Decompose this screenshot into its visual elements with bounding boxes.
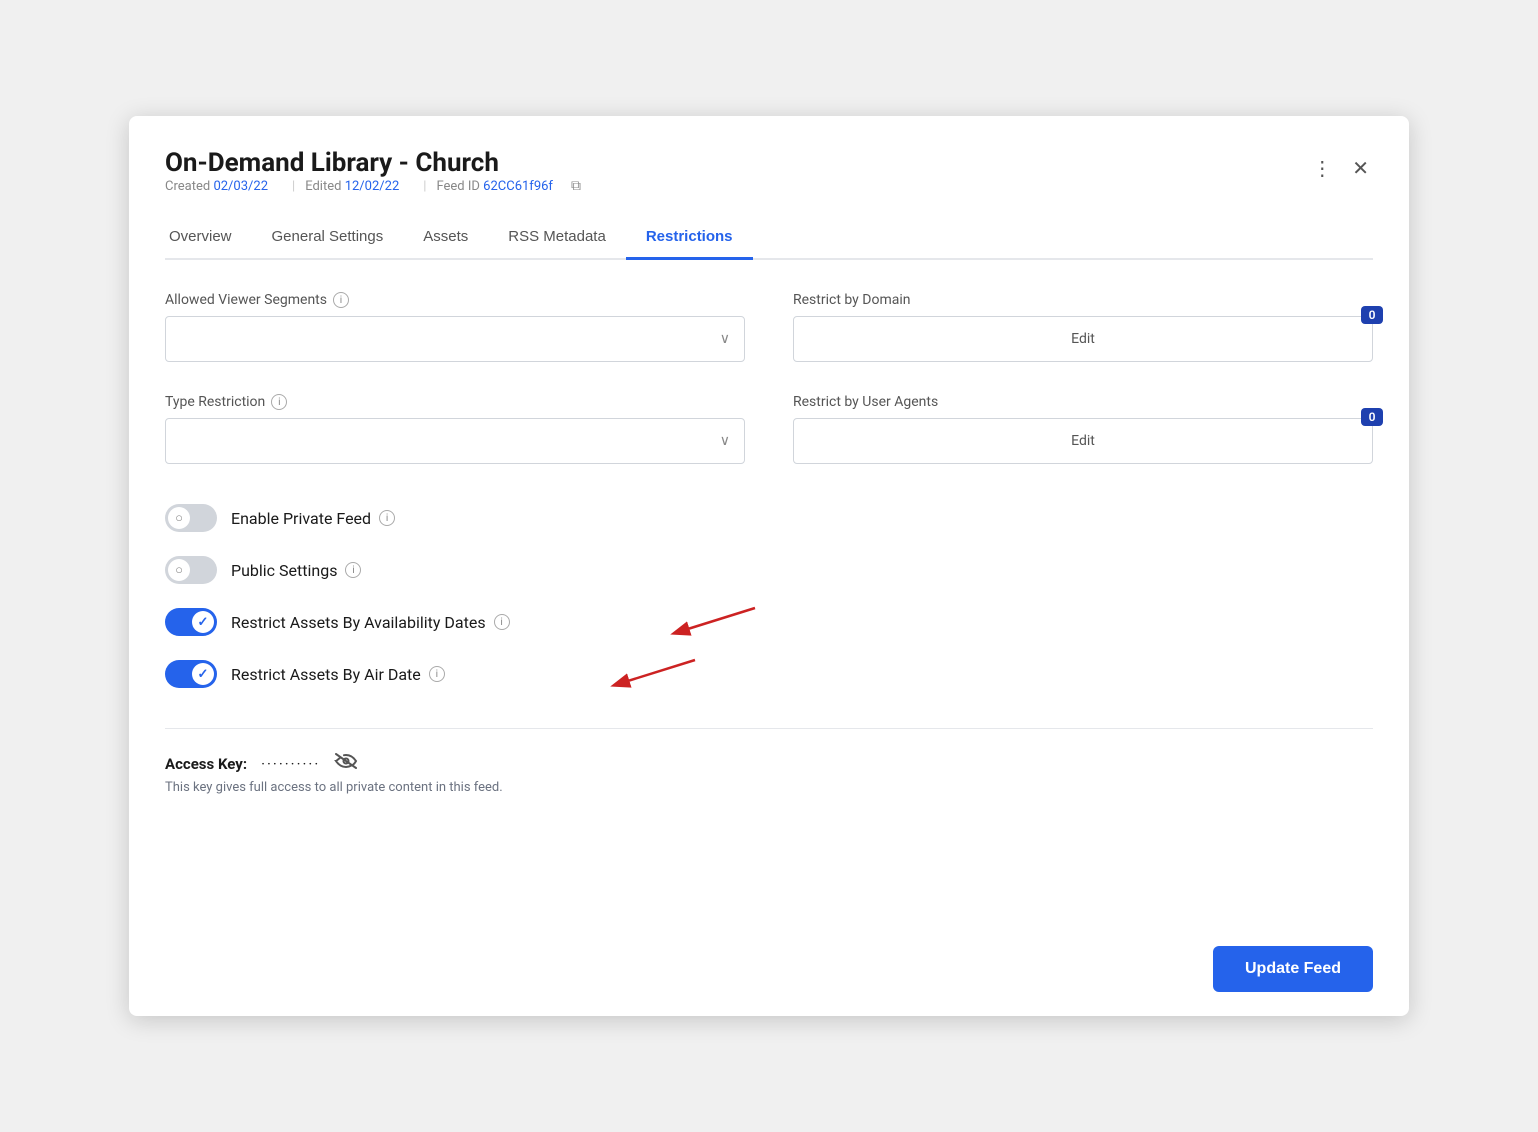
restrict-by-air-date-label: Restrict Assets By Air Date i	[231, 665, 445, 684]
chevron-down-icon: ∨	[720, 433, 730, 449]
restrict-by-user-agents-label: Restrict by User Agents	[793, 394, 1373, 410]
update-feed-button[interactable]: Update Feed	[1213, 946, 1373, 992]
header-actions: ⋮ ✕	[1308, 152, 1373, 185]
restrict-by-user-agents-badge: 0	[1361, 408, 1383, 426]
toggle-slider-on: ✓	[165, 608, 217, 636]
tabs: Overview General Settings Assets RSS Met…	[165, 218, 1373, 260]
public-settings-label: Public Settings i	[231, 561, 361, 580]
tab-restrictions[interactable]: Restrictions	[626, 218, 753, 260]
restrict-by-domain-group: Restrict by Domain Edit 0	[793, 292, 1373, 362]
restrict-by-air-date-info-icon[interactable]: i	[429, 666, 445, 682]
restrict-by-domain-badge: 0	[1361, 306, 1383, 324]
allowed-viewer-segments-group: Allowed Viewer Segments i ∨	[165, 292, 745, 362]
copy-icon[interactable]: ⧉	[571, 178, 581, 194]
public-settings-row: ○ Public Settings i	[165, 556, 1373, 584]
created-label: Created	[165, 179, 210, 194]
modal-header: On-Demand Library - Church Created 02/03…	[165, 148, 1373, 214]
restrict-by-air-date-toggle[interactable]: ✓	[165, 660, 217, 688]
restrict-by-availability-dates-info-icon[interactable]: i	[494, 614, 510, 630]
edited-label: Edited	[305, 179, 341, 194]
enable-private-feed-label: Enable Private Feed i	[231, 509, 395, 528]
allowed-viewer-segments-dropdown[interactable]: ∨	[165, 316, 745, 362]
public-settings-info-icon[interactable]: i	[345, 562, 361, 578]
chevron-down-icon: ∨	[720, 331, 730, 347]
toggle-slider-off: ○	[165, 556, 217, 584]
toggle-thumb: ○	[168, 507, 190, 529]
sep1: |	[292, 179, 295, 194]
created-value: 02/03/22	[213, 179, 268, 194]
public-settings-toggle[interactable]: ○	[165, 556, 217, 584]
restrict-by-domain-edit[interactable]: Edit	[793, 316, 1373, 362]
restrict-by-availability-dates-label: Restrict Assets By Availability Dates i	[231, 613, 510, 632]
toggle-slider-on: ✓	[165, 660, 217, 688]
restrict-by-air-date-row: ✓ Restrict Assets By Air Date i	[165, 660, 1373, 688]
restrict-by-domain-label: Restrict by Domain	[793, 292, 1373, 308]
tab-overview[interactable]: Overview	[165, 218, 252, 260]
off-icon: ○	[175, 562, 183, 578]
allowed-viewer-segments-info-icon[interactable]: i	[333, 292, 349, 308]
feed-id-value: 62CC61f96f	[483, 179, 553, 194]
tab-rss-metadata[interactable]: RSS Metadata	[488, 218, 626, 260]
content-grid: Allowed Viewer Segments i ∨ Restrict by …	[165, 292, 1373, 464]
access-key-hint: This key gives full access to all privat…	[165, 780, 1373, 795]
modal-title: On-Demand Library - Church	[165, 148, 581, 178]
restrict-by-user-agents-group: Restrict by User Agents Edit 0	[793, 394, 1373, 464]
off-icon: ○	[175, 510, 183, 526]
close-icon: ✕	[1352, 156, 1369, 181]
type-restriction-label: Type Restriction i	[165, 394, 745, 410]
toggle-thumb: ○	[168, 559, 190, 581]
eye-slash-icon[interactable]	[334, 751, 358, 776]
type-restriction-group: Type Restriction i ∨	[165, 394, 745, 464]
check-icon: ✓	[198, 667, 209, 682]
restrict-by-availability-dates-row: ✓ Restrict Assets By Availability Dates …	[165, 608, 1373, 636]
toggle-slider-off: ○	[165, 504, 217, 532]
access-key-label: Access Key:	[165, 755, 247, 773]
restrict-by-availability-dates-toggle[interactable]: ✓	[165, 608, 217, 636]
feed-id-label: Feed ID	[436, 179, 479, 194]
allowed-viewer-segments-label: Allowed Viewer Segments i	[165, 292, 745, 308]
restrict-by-domain-wrapper: Edit 0	[793, 316, 1373, 362]
enable-private-feed-toggle[interactable]: ○	[165, 504, 217, 532]
title-area: On-Demand Library - Church Created 02/03…	[165, 148, 581, 214]
tab-general-settings[interactable]: General Settings	[252, 218, 404, 260]
more-icon: ⋮	[1312, 156, 1332, 181]
tab-assets[interactable]: Assets	[403, 218, 488, 260]
more-options-button[interactable]: ⋮	[1308, 152, 1336, 185]
access-key-dots: ··········	[261, 755, 320, 773]
modal-footer: Update Feed	[1213, 946, 1373, 992]
modal: On-Demand Library - Church Created 02/03…	[129, 116, 1409, 1016]
type-restriction-dropdown[interactable]: ∨	[165, 418, 745, 464]
sep2: |	[423, 179, 426, 194]
type-restriction-info-icon[interactable]: i	[271, 394, 287, 410]
meta-row: Created 02/03/22 | Edited 12/02/22 | Fee…	[165, 178, 581, 194]
access-key-section: Access Key: ·········· This key gives fu…	[165, 728, 1373, 795]
toggle-thumb: ✓	[192, 611, 214, 633]
access-key-row: Access Key: ··········	[165, 751, 1373, 776]
enable-private-feed-row: ○ Enable Private Feed i	[165, 504, 1373, 532]
enable-private-feed-info-icon[interactable]: i	[379, 510, 395, 526]
edited-value: 12/02/22	[345, 179, 400, 194]
restrict-by-user-agents-edit[interactable]: Edit	[793, 418, 1373, 464]
toggles-section: ○ Enable Private Feed i ○ Public Sett	[165, 504, 1373, 688]
arrow-annotation-2	[585, 650, 705, 700]
toggle-thumb: ✓	[192, 663, 214, 685]
arrow-annotation-1	[645, 598, 765, 648]
check-icon: ✓	[198, 615, 209, 630]
restrict-by-user-agents-wrapper: Edit 0	[793, 418, 1373, 464]
close-button[interactable]: ✕	[1348, 152, 1373, 185]
